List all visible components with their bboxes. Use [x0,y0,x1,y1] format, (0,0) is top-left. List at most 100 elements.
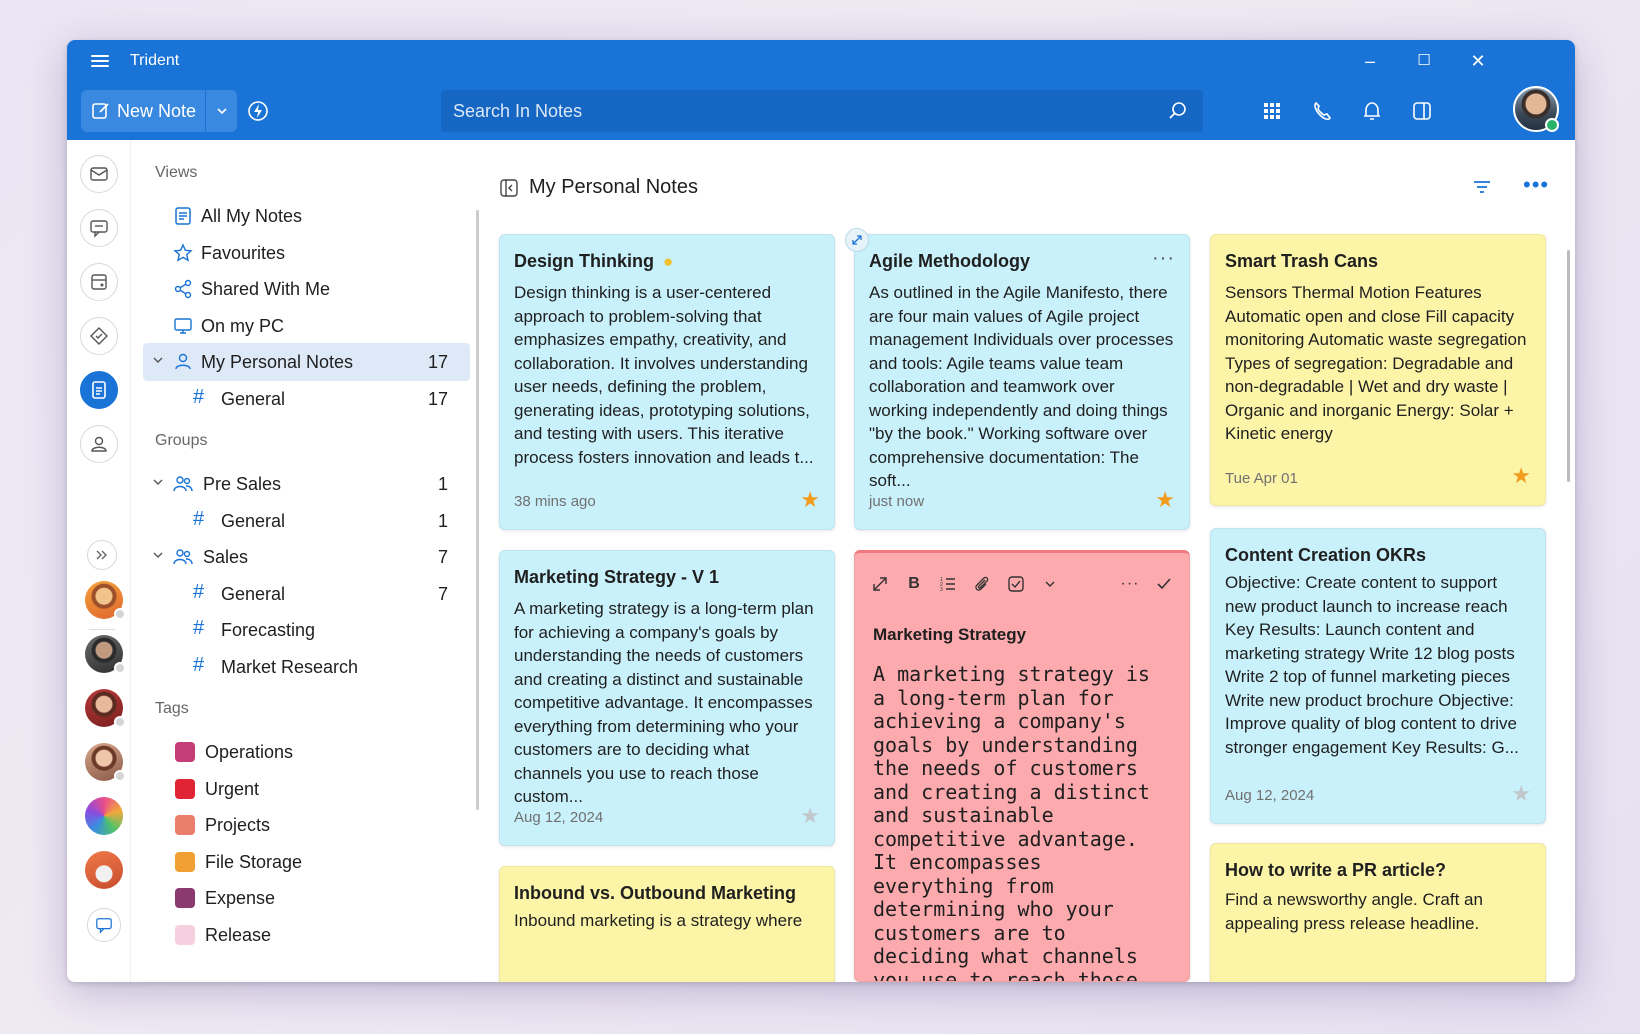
contact-avatar-3[interactable] [85,689,126,728]
more-options-icon[interactable]: ··· [1152,247,1175,270]
chevron-down-icon[interactable] [1039,573,1061,595]
nav-item-general[interactable]: # General 17 [143,380,470,418]
expand-icon[interactable] [869,573,891,595]
note-card[interactable]: Design Thinking ● Design thinking is a u… [499,234,835,530]
contact-avatar-2[interactable] [85,635,126,674]
nav-item-favourites[interactable]: Favourites [143,234,470,272]
new-note-button[interactable]: New Note [81,90,237,132]
note-body: A marketing strategy is a long-term plan… [514,599,814,806]
favourite-star-icon[interactable]: ★ [800,487,820,513]
note-body: As outlined in the Agile Manifesto, ther… [869,283,1174,490]
note-card[interactable]: Marketing Strategy - V 1 A marketing str… [499,550,835,846]
more-options-icon[interactable]: ··· [1119,573,1141,595]
phone-icon[interactable] [1307,96,1337,126]
nav-item-sales[interactable]: Sales 7 [143,538,470,576]
nav-item-forecasting[interactable]: # Forecasting [143,611,470,649]
tag-color-swatch [175,742,195,762]
note-title: Agile Methodology [869,251,1030,271]
search-icon[interactable] [1167,100,1189,122]
favourite-star-icon[interactable]: ★ [1155,487,1175,513]
contact-avatar-5[interactable] [85,797,123,835]
note-editor-card[interactable]: B 123 ··· Marketing Strategy A marketing… [854,550,1190,982]
collapse-panel-icon[interactable] [499,178,519,198]
new-note-dropdown[interactable] [206,90,237,132]
note-body: Sensors Thermal Motion Features Automati… [1225,283,1527,443]
nav-item-all-my-notes[interactable]: All My Notes [143,197,470,235]
search-input[interactable]: Search In Notes [441,90,1203,132]
tag-item-urgent[interactable]: Urgent [143,770,470,808]
nav-item-count: 1 [437,474,448,494]
list-icon[interactable]: 123 [937,573,959,595]
nav-item-shared-with-me[interactable]: Shared With Me [143,270,470,308]
nav-item-pre-sales[interactable]: Pre Sales 1 [143,465,470,503]
favourite-star-icon[interactable]: ★ [1511,463,1531,489]
favourite-star-icon[interactable]: ★ [1511,781,1531,807]
tag-item-projects[interactable]: Projects [143,806,470,844]
calendar-icon[interactable] [80,263,118,301]
note-card[interactable]: Smart Trash Cans Sensors Thermal Motion … [1210,234,1546,506]
user-avatar[interactable] [1513,86,1559,132]
minimize-button[interactable]: – [1355,48,1385,74]
expand-icon[interactable] [845,228,869,252]
attach-icon[interactable] [971,573,993,595]
check-icon[interactable] [1153,573,1175,595]
nav-item-label: General [221,511,286,531]
note-card[interactable]: Agile Methodology ··· As outlined in the… [854,234,1190,530]
checkbox-icon[interactable] [1005,573,1027,595]
bolt-icon[interactable] [243,96,273,126]
hamburger-icon[interactable] [91,52,109,70]
chevron-down-icon[interactable] [151,475,165,489]
filter-icon[interactable] [1471,176,1493,198]
group-icon [173,549,193,565]
note-title: Inbound vs. Outbound Marketing [514,883,796,903]
tag-item-expense[interactable]: Expense [143,879,470,917]
nav-item-label: Shared With Me [201,279,331,299]
apps-grid-icon[interactable] [1257,96,1287,126]
nav-item-label: Pre Sales [203,474,282,494]
contact-avatar-1[interactable] [85,581,126,620]
bell-icon[interactable] [1357,96,1387,126]
close-button[interactable]: ✕ [1463,48,1493,74]
note-card[interactable]: Inbound vs. Outbound Marketing Inbound m… [499,866,835,982]
nav-item-market-research[interactable]: # Market Research [143,648,470,686]
note-title[interactable]: Marketing Strategy [873,625,1026,645]
contact-avatar-4[interactable] [85,743,126,782]
note-card[interactable]: Content Creation OKRs Objective: Create … [1210,528,1546,824]
nav-item-my-personal-notes[interactable]: My Personal Notes 17 [143,343,470,381]
expand-rail-button[interactable] [87,540,117,570]
rail-divider [89,629,115,630]
contact-avatar-6[interactable] [85,851,123,889]
tag-icon[interactable] [80,317,118,355]
note-date: Aug 12, 2024 [1225,787,1315,804]
note-body-editor[interactable]: A marketing strategy is a long-term plan… [873,662,1171,981]
nav-item-label: General [221,389,286,409]
favourite-star-icon[interactable]: ★ [800,803,820,829]
nav-item-on-my-pc[interactable]: On my PC [143,307,470,345]
tag-item-release[interactable]: Release [143,916,470,954]
bold-icon[interactable]: B [903,573,925,595]
note-title: Marketing Strategy - V 1 [514,567,720,587]
notes-icon[interactable] [80,371,118,409]
tag-item-file-storage[interactable]: File Storage [143,843,470,881]
panel-icon[interactable] [1407,96,1437,126]
chat-icon[interactable] [80,209,118,247]
chevron-down-icon[interactable] [151,548,165,562]
note-card[interactable]: How to write a PR article? Find a newswo… [1210,843,1546,982]
more-options-icon[interactable]: ••• [1523,172,1549,198]
tags-section-title: Tags [155,700,189,717]
contact-icon[interactable] [80,425,118,463]
nav-item-general[interactable]: # General 7 [143,575,470,613]
nav-item-count: 1 [437,511,448,531]
nav-item-general[interactable]: # General 1 [143,502,470,540]
mail-icon[interactable] [80,155,118,193]
tag-item-operations[interactable]: Operations [143,733,470,771]
share-icon [174,279,192,299]
board-scrollbar[interactable] [1567,250,1570,482]
maximize-button[interactable]: ☐ [1409,48,1439,74]
nav-scrollbar[interactable] [476,210,479,810]
feedback-icon[interactable] [87,908,121,942]
nav-item-label: Market Research [221,657,359,677]
tag-label: Release [205,925,272,945]
navigation-panel: Views All My Notes Favourites Shared Wit… [131,140,481,982]
chevron-down-icon[interactable] [151,353,165,367]
